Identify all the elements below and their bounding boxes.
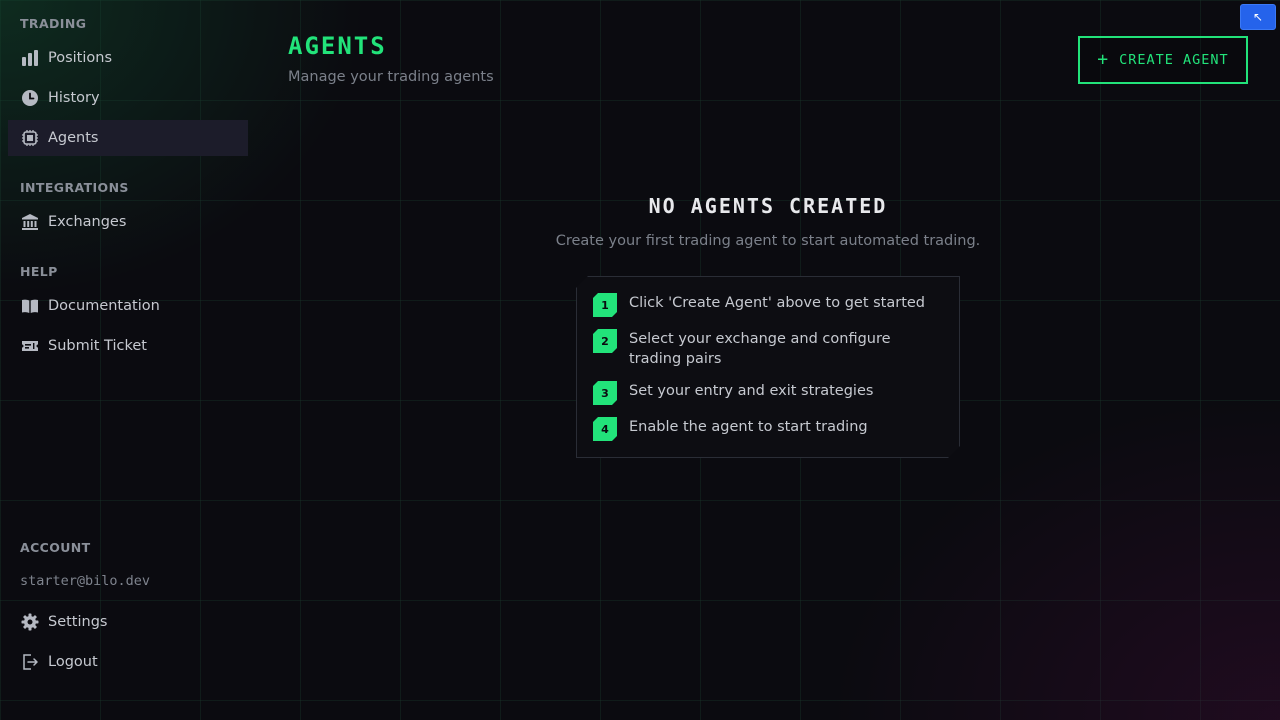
sidebar-item-label: Documentation xyxy=(48,298,160,314)
section-title-trading: TRADING xyxy=(20,16,87,31)
sidebar-item-label: History xyxy=(48,90,100,106)
sidebar-item-label: Positions xyxy=(48,50,113,66)
sidebar-item-label: Agents xyxy=(48,130,99,146)
step-item: 4 Enable the agent to start trading xyxy=(593,417,943,441)
chip-icon xyxy=(20,128,40,148)
sidebar-item-label: Exchanges xyxy=(48,214,127,230)
sidebar-item-label: Submit Ticket xyxy=(48,338,147,354)
step-number-badge: 4 xyxy=(593,417,617,441)
step-text: Set your entry and exit strategies xyxy=(629,383,874,399)
empty-state-title: NO AGENTS CREATED xyxy=(648,194,888,218)
step-number-badge: 3 xyxy=(593,381,617,405)
step-item: 1 Click 'Create Agent' above to get star… xyxy=(593,293,943,317)
sidebar-item-submit-ticket[interactable]: Submit Ticket xyxy=(8,328,248,364)
step-number-badge: 1 xyxy=(593,293,617,317)
sidebar-item-logout[interactable]: Logout xyxy=(8,644,248,680)
step-text: Select your exchange and configure tradi… xyxy=(629,331,891,367)
cursor-mode-button[interactable]: ↖ xyxy=(1240,4,1276,30)
step-item: 2 Select your exchange and configure tra… xyxy=(593,329,943,369)
sidebar-item-label: Logout xyxy=(48,654,98,670)
sidebar-item-settings[interactable]: Settings xyxy=(8,604,248,640)
account-email: starter@bilo.dev xyxy=(20,573,151,589)
section-title-integrations: INTEGRATIONS xyxy=(20,180,129,195)
logout-icon xyxy=(20,652,40,672)
plus-icon: + xyxy=(1097,49,1110,70)
step-text: Enable the agent to start trading xyxy=(629,419,868,435)
sidebar: TRADING Positions History Agents INTEGRA… xyxy=(0,0,256,720)
sidebar-item-exchanges[interactable]: Exchanges xyxy=(8,204,248,240)
step-text: Click 'Create Agent' above to get starte… xyxy=(629,295,926,311)
page-subtitle: Manage your trading agents xyxy=(288,69,494,85)
sidebar-item-documentation[interactable]: Documentation xyxy=(8,288,248,324)
getting-started-steps: 1 Click 'Create Agent' above to get star… xyxy=(576,276,960,458)
create-agent-label: CREATE AGENT xyxy=(1119,52,1229,68)
bar-chart-icon xyxy=(20,48,40,68)
step-item: 3 Set your entry and exit strategies xyxy=(593,381,943,405)
empty-state-description: Create your first trading agent to start… xyxy=(555,233,981,249)
sidebar-item-positions[interactable]: Positions xyxy=(8,40,248,76)
clock-icon xyxy=(20,88,40,108)
gear-icon xyxy=(20,612,40,632)
book-icon xyxy=(20,296,40,316)
sidebar-item-agents[interactable]: Agents xyxy=(8,120,248,156)
ticket-icon xyxy=(20,336,40,356)
section-title-help: HELP xyxy=(20,264,58,279)
bank-icon xyxy=(20,212,40,232)
page-title: AGENTS xyxy=(288,32,387,60)
create-agent-button[interactable]: + CREATE AGENT xyxy=(1078,36,1248,84)
section-title-account: ACCOUNT xyxy=(20,540,91,555)
sidebar-item-history[interactable]: History xyxy=(8,80,248,116)
sidebar-item-label: Settings xyxy=(48,614,108,630)
step-number-badge: 2 xyxy=(593,329,617,353)
